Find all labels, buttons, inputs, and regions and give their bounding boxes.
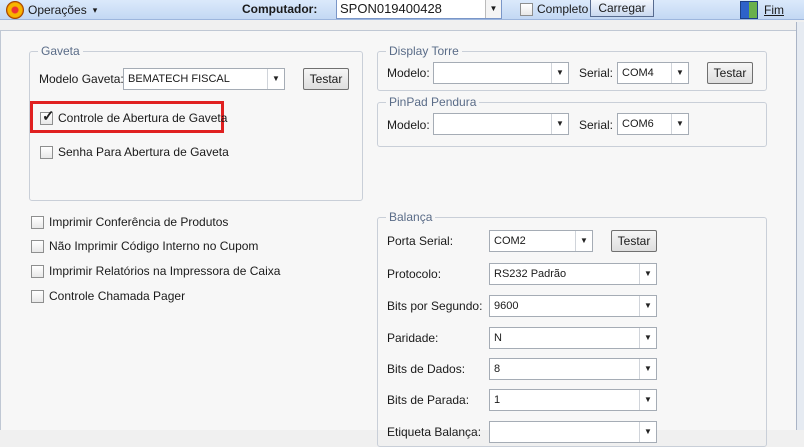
dropdown-arrow-icon[interactable]: ▼: [639, 390, 656, 410]
option-imprimir-relatorios[interactable]: Imprimir Relatórios na Impressora de Cai…: [31, 264, 280, 278]
completo-checkbox[interactable]: Completo: [520, 2, 588, 16]
pinpad-serial-label: Serial:: [579, 118, 614, 132]
option-label: Não Imprimir Código Interno no Cupom: [49, 239, 259, 253]
dropdown-arrow-icon[interactable]: ▼: [575, 231, 592, 251]
checkbox-box[interactable]: ✓: [40, 107, 55, 125]
display-testar-button[interactable]: Testar: [707, 62, 753, 84]
dropdown-arrow-icon[interactable]: ▼: [551, 63, 568, 83]
option-label: Imprimir Conferência de Produtos: [49, 215, 229, 229]
senha-abertura-label: Senha Para Abertura de Gaveta: [58, 145, 229, 159]
protocolo-value: RS232 Padrão: [494, 268, 567, 280]
pinpad-serial-value: COM6: [622, 118, 654, 130]
checkbox-box[interactable]: [520, 2, 533, 16]
display-serial-select[interactable]: COM4 ▼: [617, 62, 689, 84]
option-controle-pager[interactable]: Controle Chamada Pager: [31, 289, 185, 303]
completo-label: Completo: [537, 2, 589, 16]
chevron-down-icon: ▾: [92, 4, 98, 15]
display-serial-value: COM4: [622, 67, 654, 79]
display-serial-label: Serial:: [579, 66, 614, 80]
gaveta-title: Gaveta: [38, 44, 83, 58]
protocolo-select[interactable]: RS232 Padrão ▼: [489, 263, 657, 285]
pinpad-serial-select[interactable]: COM6 ▼: [617, 113, 689, 135]
exit-door-icon: [740, 1, 758, 19]
porta-serial-label: Porta Serial:: [387, 234, 454, 248]
checkbox-box[interactable]: [31, 239, 44, 253]
display-modelo-label: Modelo:: [387, 66, 430, 80]
toolbar: Operações ▾ Computador: SPON019400428 ▼ …: [0, 0, 804, 20]
modelo-gaveta-label: Modelo Gaveta:: [39, 72, 124, 86]
pinpad-modelo-label: Modelo:: [387, 118, 430, 132]
balanca-testar-button[interactable]: Testar: [611, 230, 657, 252]
modelo-gaveta-select[interactable]: BEMATECH FISCAL ▼: [123, 68, 285, 90]
dropdown-arrow-icon[interactable]: ▼: [485, 0, 501, 18]
dropdown-arrow-icon[interactable]: ▼: [639, 359, 656, 379]
modelo-gaveta-value: BEMATECH FISCAL: [128, 73, 230, 85]
porta-serial-value: COM2: [494, 235, 526, 247]
display-torre-title: Display Torre: [386, 44, 462, 58]
option-nao-imprimir-codigo[interactable]: Não Imprimir Código Interno no Cupom: [31, 239, 258, 253]
computer-value: SPON019400428: [340, 1, 442, 16]
dropdown-arrow-icon[interactable]: ▼: [639, 422, 656, 442]
option-imprimir-conferencia[interactable]: Imprimir Conferência de Produtos: [31, 215, 228, 229]
fim-label: Fim: [764, 3, 784, 17]
side-scroll-strip: [796, 22, 804, 430]
bits-segundo-select[interactable]: 9600 ▼: [489, 295, 657, 317]
balanca-title: Balança: [386, 210, 436, 224]
checkbox-box[interactable]: [31, 264, 44, 278]
bits-dados-select[interactable]: 8 ▼: [489, 358, 657, 380]
dropdown-arrow-icon[interactable]: ▼: [671, 63, 688, 83]
dropdown-arrow-icon[interactable]: ▼: [671, 114, 688, 134]
bits-dados-label: Bits de Dados:: [387, 362, 466, 376]
paridade-select[interactable]: N ▼: [489, 327, 657, 349]
senha-abertura-checkbox[interactable]: Senha Para Abertura de Gaveta: [40, 145, 229, 159]
pinpad-title: PinPad Pendura: [386, 95, 480, 109]
display-modelo-select[interactable]: ▼: [433, 62, 569, 84]
porta-serial-select[interactable]: COM2 ▼: [489, 230, 593, 252]
gaveta-testar-button[interactable]: Testar: [303, 68, 349, 90]
dropdown-arrow-icon[interactable]: ▼: [551, 114, 568, 134]
bits-parada-select[interactable]: 1 ▼: [489, 389, 657, 411]
protocolo-label: Protocolo:: [387, 267, 442, 281]
dropdown-arrow-icon[interactable]: ▼: [639, 328, 656, 348]
checkbox-box[interactable]: [31, 289, 44, 303]
check-mark-icon: ✓: [42, 107, 55, 125]
operations-menu[interactable]: Operações ▾: [6, 1, 97, 19]
dropdown-arrow-icon[interactable]: ▼: [639, 264, 656, 284]
settings-panel: Gaveta Modelo Gaveta: BEMATECH FISCAL ▼ …: [0, 30, 796, 447]
checkbox-box[interactable]: [31, 215, 44, 229]
etiqueta-balanca-select[interactable]: ▼: [489, 421, 657, 443]
operations-label: Operações: [28, 3, 87, 17]
dropdown-arrow-icon[interactable]: ▼: [267, 69, 284, 89]
computer-label: Computador:: [242, 2, 318, 16]
pinpad-modelo-select[interactable]: ▼: [433, 113, 569, 135]
paridade-label: Paridade:: [387, 331, 439, 345]
bits-parada-value: 1: [494, 394, 501, 406]
bits-parada-label: Bits de Parada:: [387, 393, 470, 407]
option-label: Controle Chamada Pager: [49, 289, 186, 303]
bits-segundo-label: Bits por Segundo:: [387, 299, 483, 313]
fim-button[interactable]: Fim: [740, 1, 784, 19]
checkbox-box[interactable]: [40, 145, 53, 159]
computer-select[interactable]: SPON019400428 ▼: [336, 0, 502, 19]
dropdown-arrow-icon[interactable]: ▼: [639, 296, 656, 316]
bits-dados-value: 8: [494, 363, 501, 375]
carregar-button[interactable]: Carregar: [590, 0, 654, 17]
etiqueta-balanca-label: Etiqueta Balança:: [387, 425, 482, 439]
paridade-value: N: [494, 332, 502, 344]
controle-abertura-checkbox[interactable]: ✓ Controle de Abertura de Gaveta: [40, 107, 228, 125]
option-label: Imprimir Relatórios na Impressora de Cai…: [49, 264, 281, 278]
gear-icon: [6, 1, 24, 19]
controle-abertura-label: Controle de Abertura de Gaveta: [58, 111, 228, 125]
bits-segundo-value: 9600: [494, 300, 519, 312]
